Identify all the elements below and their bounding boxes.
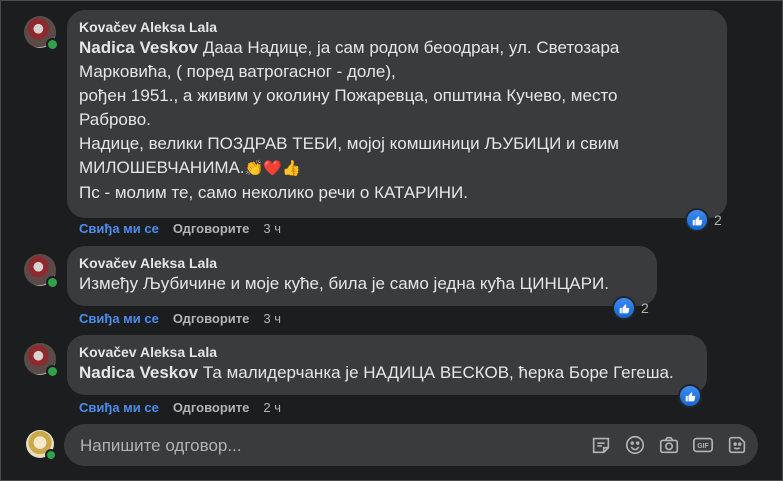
camera-icon[interactable] [658,434,680,456]
reply-button[interactable]: Одговорите [173,311,250,326]
mention-link[interactable]: Nadica Veskov [79,38,198,57]
comment-bubble: Kovačev Aleksa Lala Између Љубичине и мо… [67,246,657,306]
emoji-icon[interactable] [624,434,646,456]
comment-author[interactable]: Kovačev Aleksa Lala [79,343,695,361]
comment-text-tail: Пс - молим те, само неколико речи о КАТА… [79,183,468,202]
reply-input[interactable] [78,424,562,468]
reaction-summary[interactable]: 2 [612,296,649,320]
comment-bubble: Kovačev Aleksa Lala Nadica Veskov Дааа Н… [67,10,727,218]
comment-timestamp[interactable]: 3 ч [263,311,281,326]
comment-actions: Свиђа ми се Одговорите 2 ч [79,400,281,415]
comment-text-lead: Дааа Надице, ја сам родом беоодран, ул. … [202,38,620,57]
comment-actions: Свиђа ми се Одговорите 3 ч [79,221,281,236]
comment-text: Nadica Veskov Та малидерчанка је НАДИЦА … [79,361,695,385]
mention-link[interactable]: Nadica Veskov [79,363,198,382]
avatar-sticker-icon[interactable] [726,434,748,456]
sticker-icon[interactable] [590,434,612,456]
like-button[interactable]: Свиђа ми се [79,311,159,326]
comment-author[interactable]: Kovačev Aleksa Lala [79,18,715,36]
online-indicator [45,449,57,461]
comment-bubble: Kovačev Aleksa Lala Nadica Veskov Та мал… [67,335,707,395]
reply-button[interactable]: Одговорите [173,221,250,236]
like-button[interactable]: Свиђа ми се [79,221,159,236]
reaction-count: 2 [714,212,722,228]
clap-emoji-icon: 👏❤️👍 [244,160,301,177]
like-reaction-icon [678,384,702,408]
reply-composer: GIF [64,424,758,468]
comment-timestamp[interactable]: 2 ч [263,400,281,415]
comment-timestamp[interactable]: 3 ч [263,221,281,236]
comment-actions: Свиђа ми се Одговорите 3 ч [79,311,281,326]
comment-text: Између Љубичине и моје куће, била је сам… [79,274,609,293]
comment-text-rest: Марковића, ( поред ватрогасног - доле), … [79,62,619,177]
comment-text: Nadica Veskov Дааа Надице, ја сам родом … [79,36,715,205]
comment-author[interactable]: Kovačev Aleksa Lala [79,254,645,272]
gif-icon[interactable]: GIF [692,434,714,456]
like-reaction-icon [612,296,636,320]
online-indicator [46,365,59,378]
online-indicator [46,276,59,289]
reaction-summary[interactable] [678,384,702,408]
reaction-summary[interactable]: 2 [685,208,722,232]
like-reaction-icon [685,208,709,232]
reply-button[interactable]: Одговорите [173,400,250,415]
online-indicator [46,38,59,51]
comment-text-main: Та малидерчанка је НАДИЦА ВЕСКОВ, ћерка … [202,363,674,382]
like-button[interactable]: Свиђа ми се [79,400,159,415]
svg-text:GIF: GIF [697,443,708,450]
reaction-count: 2 [641,300,649,316]
